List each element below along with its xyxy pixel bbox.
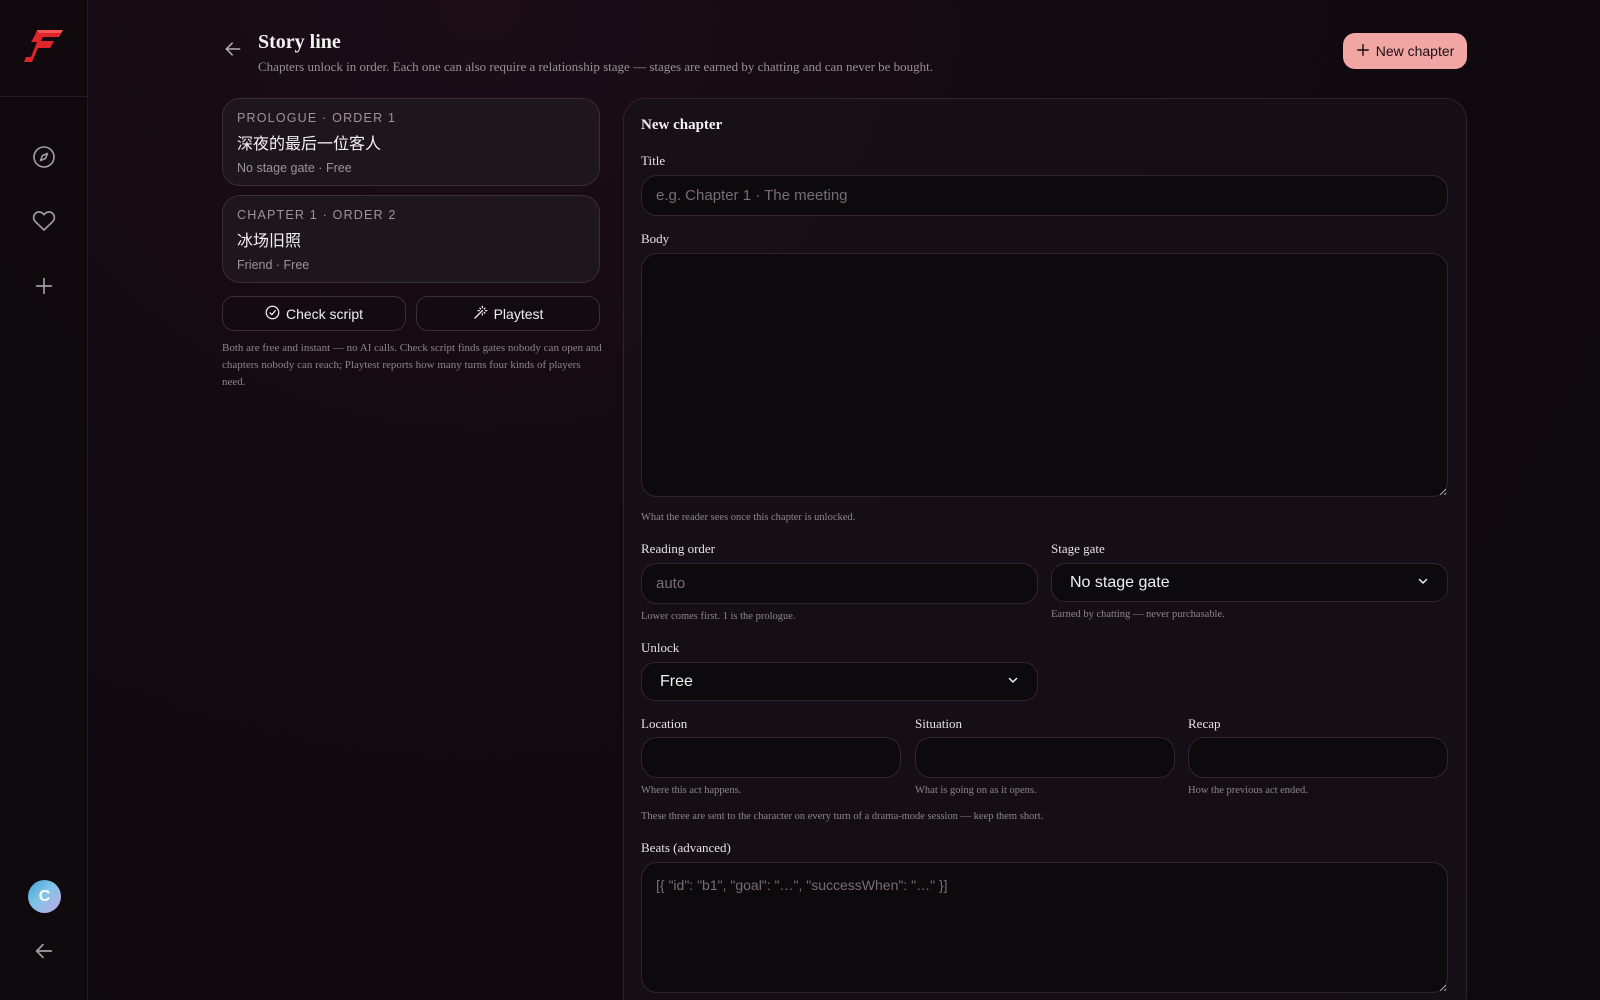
recap-label: Recap bbox=[1188, 716, 1221, 731]
nav-explore[interactable] bbox=[22, 137, 66, 181]
plus-icon bbox=[33, 275, 55, 302]
new-chapter-label: New chapter bbox=[1375, 43, 1455, 59]
nav-create[interactable] bbox=[22, 266, 66, 310]
drama-mode-note: These three are sent to the character on… bbox=[641, 811, 1044, 822]
logo-area bbox=[0, 0, 87, 97]
location-label: Location bbox=[641, 716, 688, 731]
stage-gate-hint: Earned by chatting — never purchasable. bbox=[1051, 609, 1225, 620]
situation-hint: What is going on as it opens. bbox=[915, 785, 1037, 796]
title-input[interactable] bbox=[641, 175, 1448, 216]
location-input[interactable] bbox=[641, 737, 901, 778]
magic-wand-icon bbox=[473, 305, 488, 323]
page-title: Story line bbox=[258, 31, 341, 53]
check-script-label: Check script bbox=[285, 305, 364, 322]
beats-textarea[interactable] bbox=[641, 862, 1448, 993]
sidebar: C bbox=[0, 0, 88, 1000]
form-heading: New chapter bbox=[641, 117, 723, 133]
situation-input[interactable] bbox=[915, 737, 1175, 778]
new-chapter-button[interactable]: New chapter bbox=[1343, 33, 1467, 69]
plus-icon bbox=[1356, 43, 1370, 60]
chapter-meta: PROLOGUE · ORDER 1 bbox=[237, 111, 397, 125]
playtest-button[interactable]: Playtest bbox=[416, 296, 600, 331]
body-label: Body bbox=[641, 231, 670, 246]
sidebar-back-button[interactable] bbox=[22, 931, 66, 975]
nav-favorites[interactable] bbox=[22, 201, 66, 245]
location-hint: Where this act happens. bbox=[641, 785, 742, 796]
arrow-left-icon bbox=[223, 39, 243, 64]
chapter-gate-info: No stage gate · Free bbox=[237, 161, 352, 175]
chapter-meta: CHAPTER 1 · ORDER 2 bbox=[237, 208, 397, 222]
reading-order-label: Reading order bbox=[641, 541, 716, 556]
page-subtitle: Chapters unlock in order. Each one can a… bbox=[258, 59, 934, 74]
playtest-label: Playtest bbox=[493, 305, 544, 322]
title-label: Title bbox=[641, 153, 666, 168]
check-script-button[interactable]: Check script bbox=[222, 296, 406, 331]
compass-icon bbox=[32, 145, 56, 174]
stage-gate-label: Stage gate bbox=[1051, 541, 1105, 556]
chapter-gate-info: Friend · Free bbox=[237, 258, 310, 272]
reading-order-input[interactable] bbox=[641, 563, 1038, 604]
chapter-card[interactable]: CHAPTER 1 · ORDER 2 冰场旧照 Friend · Free bbox=[222, 195, 600, 283]
heart-icon bbox=[32, 209, 56, 238]
unlock-value: Free bbox=[660, 672, 693, 690]
chevron-down-icon bbox=[1007, 673, 1019, 691]
reading-order-hint: Lower comes first. 1 is the prologue. bbox=[641, 611, 796, 622]
unlock-select[interactable]: Free bbox=[641, 662, 1038, 701]
recap-hint: How the previous act ended. bbox=[1188, 785, 1308, 796]
check-circle-icon bbox=[265, 305, 280, 323]
stage-gate-value: No stage gate bbox=[1070, 573, 1170, 591]
chevron-down-icon bbox=[1417, 574, 1429, 592]
app-logo[interactable] bbox=[23, 28, 65, 69]
chapter-card[interactable]: PROLOGUE · ORDER 1 深夜的最后一位客人 No stage ga… bbox=[222, 98, 600, 186]
recap-input[interactable] bbox=[1188, 737, 1448, 778]
tools-note: Both are free and instant — no AI calls.… bbox=[222, 342, 602, 388]
stage-gate-select[interactable]: No stage gate bbox=[1051, 563, 1448, 602]
body-textarea[interactable] bbox=[641, 253, 1448, 497]
arrow-left-icon bbox=[33, 940, 55, 967]
unlock-label: Unlock bbox=[641, 640, 680, 655]
chapter-title: 深夜的最后一位客人 bbox=[237, 134, 382, 153]
chapter-title: 冰场旧照 bbox=[237, 231, 302, 250]
situation-label: Situation bbox=[915, 716, 962, 731]
avatar[interactable]: C bbox=[28, 880, 61, 913]
avatar-initial: C bbox=[38, 887, 51, 905]
body-hint: What the reader sees once this chapter i… bbox=[641, 512, 856, 523]
beats-label: Beats (advanced) bbox=[641, 840, 731, 855]
back-button[interactable] bbox=[222, 40, 244, 62]
